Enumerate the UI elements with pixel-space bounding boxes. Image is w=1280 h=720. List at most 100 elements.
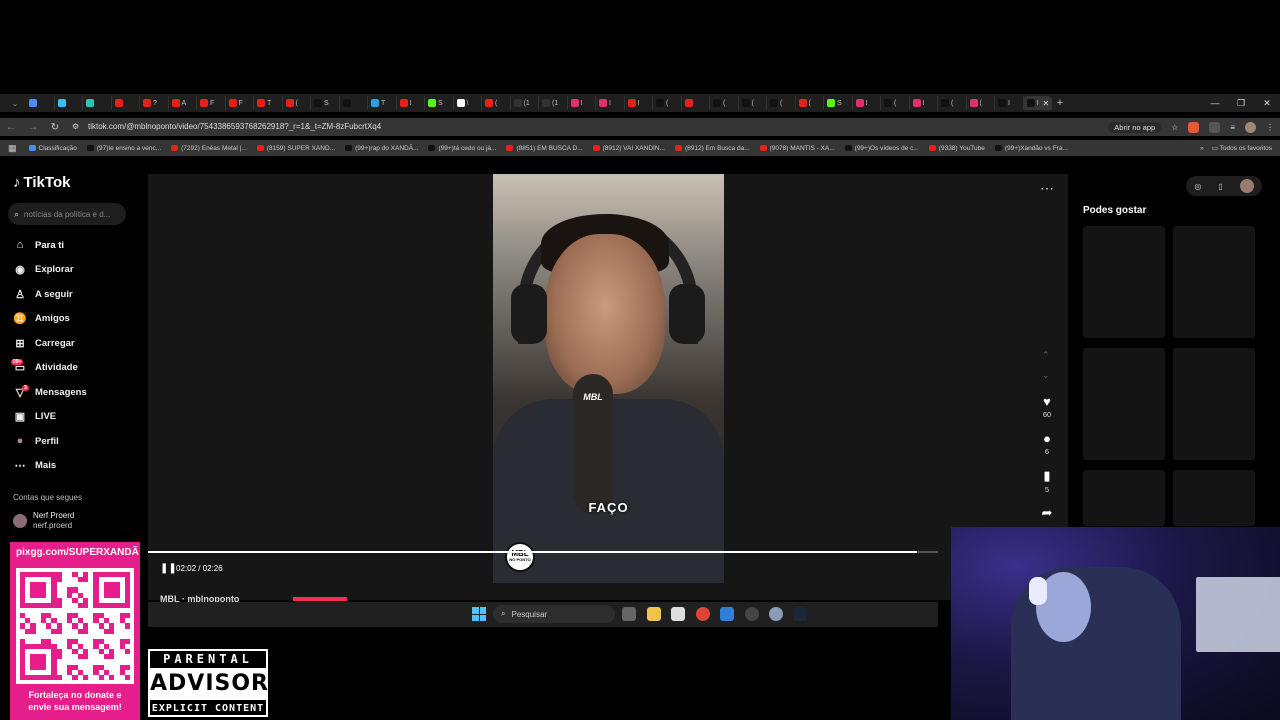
sidebar-item-carregar[interactable]: ⊞ Carregar (13, 331, 143, 356)
browser-tab[interactable]: ( (710, 96, 739, 110)
bookmark-item[interactable]: (9078) MANTIS - XA... (759, 145, 835, 152)
bookmark-item[interactable]: (97)Ie ensino a venc... (86, 145, 161, 152)
browser-tab[interactable]: ( (767, 96, 796, 110)
site-info-icon[interactable]: ⚙ (72, 118, 79, 136)
browser-tab[interactable]: F (226, 96, 254, 110)
following-account[interactable]: Nerf Proerd nerf.proerd (13, 511, 74, 531)
tiktok-logo[interactable]: ♪ TikTok (13, 174, 70, 191)
browser-tab[interactable]: A (169, 96, 197, 110)
all-favorites-folder[interactable]: ▭ Todos os favoritos (1212, 144, 1272, 152)
device-icon[interactable]: ▯ (1218, 182, 1222, 191)
recommendation-card[interactable] (1173, 470, 1255, 526)
next-video-icon[interactable]: ⌄ (1042, 370, 1050, 381)
close-tab-icon[interactable]: ✕ (1042, 99, 1049, 108)
obs-icon[interactable] (745, 607, 759, 621)
sidebar-item-live[interactable]: ▣ LIVE (13, 405, 143, 430)
browser-tab[interactable]: ( (938, 96, 967, 110)
browser-tab[interactable]: (1 (511, 96, 539, 110)
windows-start-icon[interactable] (472, 607, 486, 621)
minimize-icon[interactable]: — (1202, 94, 1228, 112)
browser-tab[interactable]: I (853, 96, 881, 110)
sidebar-item-a-seguir[interactable]: ♙ A seguir (13, 282, 143, 307)
browser-tab[interactable] (682, 96, 710, 110)
video-progress-bar[interactable] (148, 551, 938, 553)
back-icon[interactable]: ← (0, 122, 22, 133)
browser-tab[interactable]: S (311, 96, 340, 110)
steam-icon[interactable] (793, 607, 807, 621)
profile-avatar[interactable] (1245, 121, 1256, 133)
maximize-icon[interactable]: ❐ (1228, 94, 1254, 112)
bookmark-item[interactable]: (9338) YouTube (928, 145, 985, 152)
sidebar-item-mais[interactable]: ⋯ Mais (13, 454, 143, 479)
browser-tab[interactable]: ( (482, 96, 511, 110)
forward-icon[interactable]: → (22, 122, 44, 133)
share-button[interactable]: ➦ (1038, 505, 1056, 521)
more-options-icon[interactable]: ⋯ (1040, 180, 1054, 197)
browser-tab[interactable]: S (425, 96, 454, 110)
sidebar-item-atividade[interactable]: ▭ Atividade 99+ (11, 356, 143, 381)
open-in-app-button[interactable]: Abrir no app (1108, 121, 1162, 133)
close-window-icon[interactable]: ✕ (1254, 94, 1280, 112)
user-avatar[interactable] (1239, 179, 1254, 193)
recommendation-card[interactable] (1083, 226, 1165, 338)
sidebar-item-perfil[interactable]: ● Perfil (13, 429, 143, 454)
recommendation-card[interactable] (1083, 470, 1165, 526)
follow-button[interactable] (293, 597, 347, 601)
apps-grid-icon[interactable]: ▦ (8, 143, 17, 154)
browser-tab[interactable]: T (368, 96, 397, 110)
browser-tab[interactable]: I (625, 96, 653, 110)
browser-tab[interactable]: I (568, 96, 596, 110)
bookmark-item[interactable]: (99+)rap do XANDÃ... (345, 145, 418, 152)
bookmark-item[interactable]: (8912) Em Busca da... (674, 145, 750, 152)
browser-tab[interactable]: ? (140, 96, 169, 110)
sidebar-item-mensagens[interactable]: ▽ Mensagens 3 (13, 380, 143, 405)
sidebar-item-amigos[interactable]: ♊ Amigos (13, 307, 143, 332)
browser-tab[interactable]: I (910, 96, 938, 110)
browser-tab[interactable]: I (596, 96, 625, 110)
browser-tab[interactable]: (1 (539, 96, 568, 110)
browser-tab[interactable]: T (254, 96, 283, 110)
bookmark-item[interactable]: Classificação (28, 145, 77, 152)
browser-tab[interactable]: I (397, 96, 425, 110)
pause-icon[interactable]: ❚❚ (160, 563, 177, 574)
browser-tab[interactable]: ( (796, 96, 824, 110)
reading-list-icon[interactable]: ≡ (1230, 123, 1235, 132)
browser-tab[interactable]: S (824, 96, 853, 110)
browser-tab[interactable] (112, 96, 140, 110)
browser-tab[interactable] (55, 96, 83, 110)
bookmark-star-icon[interactable]: ☆ (1171, 123, 1178, 132)
browser-tab[interactable]: I ✕ (1023, 96, 1052, 110)
url-field[interactable]: tiktok.com/@mblnoponto/video/75433865937… (88, 118, 381, 136)
bookmark-item[interactable]: (99+)tá cedo ou já... (428, 145, 496, 152)
bookmark-item[interactable]: (99+)Xandão vs Fra... (994, 145, 1068, 152)
sidebar-item-explorar[interactable]: ◉ Explorar (13, 258, 143, 283)
tab-search-icon[interactable]: ⌄ (4, 99, 26, 108)
bookmark-item[interactable]: (8159) SUPER XAND... (256, 145, 335, 152)
browser-tab[interactable]: ( (967, 96, 995, 110)
store-icon[interactable] (671, 607, 685, 621)
bookmark-item[interactable]: (8851) EM BUSCA D... (506, 145, 583, 152)
bookmark-item[interactable]: (99+)Os vídeos de c... (844, 145, 919, 152)
video-frame[interactable]: MBL FAÇO MBL NO PONTO (493, 174, 724, 583)
browser-tab[interactable]: ( (653, 96, 682, 110)
browser-tab[interactable] (83, 96, 112, 110)
like-button[interactable]: ♥ 60 (1038, 394, 1056, 419)
browser-menu-icon[interactable]: ⋮ (1266, 123, 1274, 132)
bookmark-item[interactable]: (8912) VAI XANDIN... (592, 145, 665, 152)
search-input[interactable]: ⌕ notícias da política e d... (8, 203, 126, 225)
extension-icon[interactable] (1188, 121, 1200, 133)
browser-tab[interactable] (26, 96, 55, 110)
previous-video-icon[interactable]: ⌃ (1042, 350, 1050, 361)
recommendation-card[interactable] (1083, 348, 1165, 460)
sidebar-item-para-ti[interactable]: ⌂ Para ti (13, 233, 143, 258)
settings-icon[interactable] (769, 607, 783, 621)
browser-tab[interactable]: ( (881, 96, 910, 110)
browser-tab[interactable]: F (197, 96, 226, 110)
browser-tab[interactable]: ( (739, 96, 767, 110)
recommendation-card[interactable] (1173, 348, 1255, 460)
app-icon[interactable] (720, 607, 734, 621)
coin-icon[interactable]: ◎ (1194, 182, 1201, 191)
save-button[interactable]: ▮ 5 (1038, 468, 1056, 494)
extensions-puzzle-icon[interactable] (1209, 121, 1221, 133)
comment-button[interactable]: ● 6 (1038, 431, 1056, 456)
